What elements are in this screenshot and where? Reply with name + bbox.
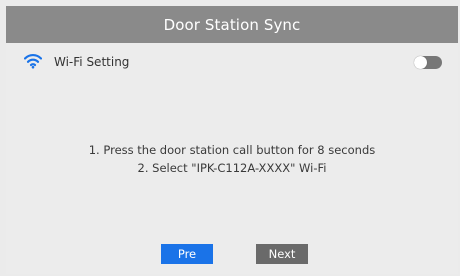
wifi-toggle-knob bbox=[414, 56, 427, 69]
instruction-line-1: 1. Press the door station call button fo… bbox=[88, 143, 376, 157]
wifi-icon bbox=[23, 53, 43, 69]
wifi-toggle[interactable] bbox=[414, 56, 442, 69]
wifi-setting-label: Wi-Fi Setting bbox=[54, 55, 130, 69]
title-bar: Door Station Sync bbox=[6, 6, 458, 43]
wifi-setting-row: Wi-Fi Setting bbox=[6, 49, 458, 75]
instruction-line-2: 2. Select "IPK-C112A-XXXX" Wi-Fi bbox=[137, 161, 327, 175]
page-title: Door Station Sync bbox=[163, 15, 301, 34]
next-button[interactable]: Next bbox=[256, 244, 308, 264]
pre-button[interactable]: Pre bbox=[161, 244, 213, 264]
sync-instructions: 1. Press the door station call button fo… bbox=[6, 141, 458, 177]
door-station-sync-screen: Door Station Sync Wi-Fi Setting 1. Press… bbox=[6, 6, 458, 274]
